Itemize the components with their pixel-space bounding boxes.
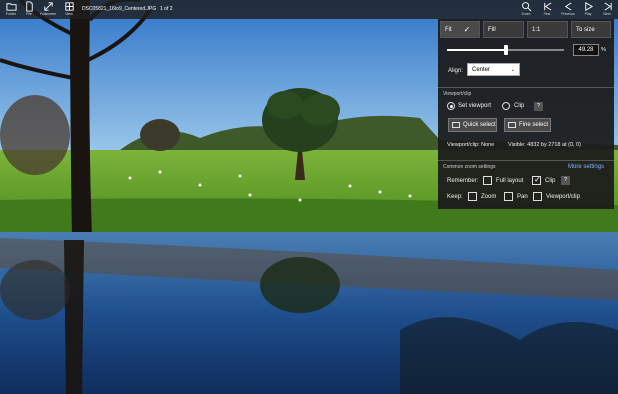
viewport-clip-status: Viewport/clip: None [447, 142, 495, 148]
divider [438, 87, 614, 88]
first-icon [543, 2, 551, 11]
fine-select-button[interactable]: Fine select [504, 118, 551, 132]
previous-button[interactable]: Previous [557, 0, 579, 19]
fullscreen-icon [43, 2, 53, 11]
play-icon [584, 2, 593, 11]
keep-viewport-label: Viewport/clip [546, 194, 580, 200]
remember-label: Remember: [447, 178, 479, 184]
align-label: Align: [448, 68, 464, 74]
check-icon: ✓ [463, 25, 471, 34]
fill-button[interactable]: Fill [483, 21, 524, 38]
zoom-slider-thumb[interactable] [504, 45, 508, 55]
to-size-label: To size [576, 26, 595, 33]
to-size-button[interactable]: To size [571, 21, 611, 38]
keep-pan-checkbox[interactable] [504, 192, 513, 201]
zoom-button[interactable]: Zoom [515, 0, 537, 19]
fullscreen-button[interactable]: Fullscreen [37, 0, 59, 19]
zoom-icon [521, 2, 531, 12]
previous-label: Previous [561, 12, 575, 16]
selection-icon [508, 122, 516, 128]
remember-help-button[interactable]: ? [561, 176, 570, 185]
common-settings-title: Common zoom settings [443, 164, 496, 170]
file-icon [25, 1, 33, 12]
selection-icon [452, 122, 460, 128]
set-viewport-radio[interactable] [447, 102, 455, 110]
keep-zoom-checkbox[interactable] [468, 192, 477, 201]
align-value: Center [472, 67, 491, 73]
next-button[interactable]: Next [596, 0, 618, 19]
zoom-percent-input[interactable]: 49.28 [573, 44, 599, 56]
folder-icon [5, 3, 17, 11]
view-button[interactable]: View [58, 0, 80, 19]
remember-clip-checkbox[interactable] [532, 175, 541, 185]
set-viewport-label: Set viewport [458, 103, 492, 109]
divider [438, 160, 614, 161]
clip-label: Clip [514, 103, 525, 109]
keep-pan-label: Pan [517, 194, 528, 200]
first-button[interactable]: First [536, 0, 558, 19]
viewport-help-button[interactable]: ? [534, 102, 543, 111]
full-layout-label: Full layout [496, 178, 524, 184]
filename: DSC05821_16to9_Centered.JPG [82, 6, 157, 12]
quick-select-button[interactable]: Quick select [448, 118, 497, 132]
view-label: View [65, 12, 73, 16]
keep-label: Keep: [447, 194, 463, 200]
percent-unit: % [601, 47, 606, 53]
fit-label: Fit [445, 26, 452, 33]
next-icon [603, 2, 612, 11]
chevron-down-icon: ⌄ [510, 67, 515, 73]
folder-label: Folder [6, 12, 16, 16]
fine-select-label: Fine select [519, 122, 549, 128]
full-layout-checkbox[interactable] [483, 176, 492, 185]
page-count: 1 of 2 [160, 6, 173, 12]
keep-viewport-checkbox[interactable] [533, 192, 542, 201]
zoom-label: Zoom [521, 12, 531, 16]
first-label: First [543, 12, 551, 16]
one-to-one-button[interactable]: 1:1 [527, 21, 568, 38]
keep-zoom-label: Zoom [481, 194, 497, 200]
visible-status: Visible: 4832 by 2718 at (0, 0) [508, 142, 581, 148]
zoom-panel: Fit ✓ Fill 1:1 To size 49.28 % Align: Ce… [438, 19, 614, 209]
grid-view-icon [64, 2, 74, 11]
viewport-section-title: Viewport/clip [443, 91, 472, 97]
align-select[interactable]: Center ⌄ [467, 63, 520, 76]
next-label: Next [603, 12, 611, 16]
zoom-slider-fill [447, 49, 506, 51]
remember-clip-label: Clip [545, 178, 556, 184]
file-label: File [26, 12, 32, 16]
clip-radio[interactable] [502, 102, 510, 110]
quick-select-label: Quick select [463, 122, 496, 128]
zoom-slider[interactable] [447, 45, 564, 55]
fill-label: Fill [488, 26, 496, 33]
previous-icon [564, 2, 572, 11]
top-toolbar: Folder File Fullscreen View DSC05821_16t… [0, 0, 618, 19]
more-settings-link[interactable]: More settings [568, 164, 604, 170]
one-to-one-label: 1:1 [532, 26, 541, 33]
play-label: Play [584, 12, 592, 16]
fullscreen-label: Fullscreen [39, 12, 57, 16]
fit-button[interactable]: Fit ✓ [440, 21, 480, 38]
